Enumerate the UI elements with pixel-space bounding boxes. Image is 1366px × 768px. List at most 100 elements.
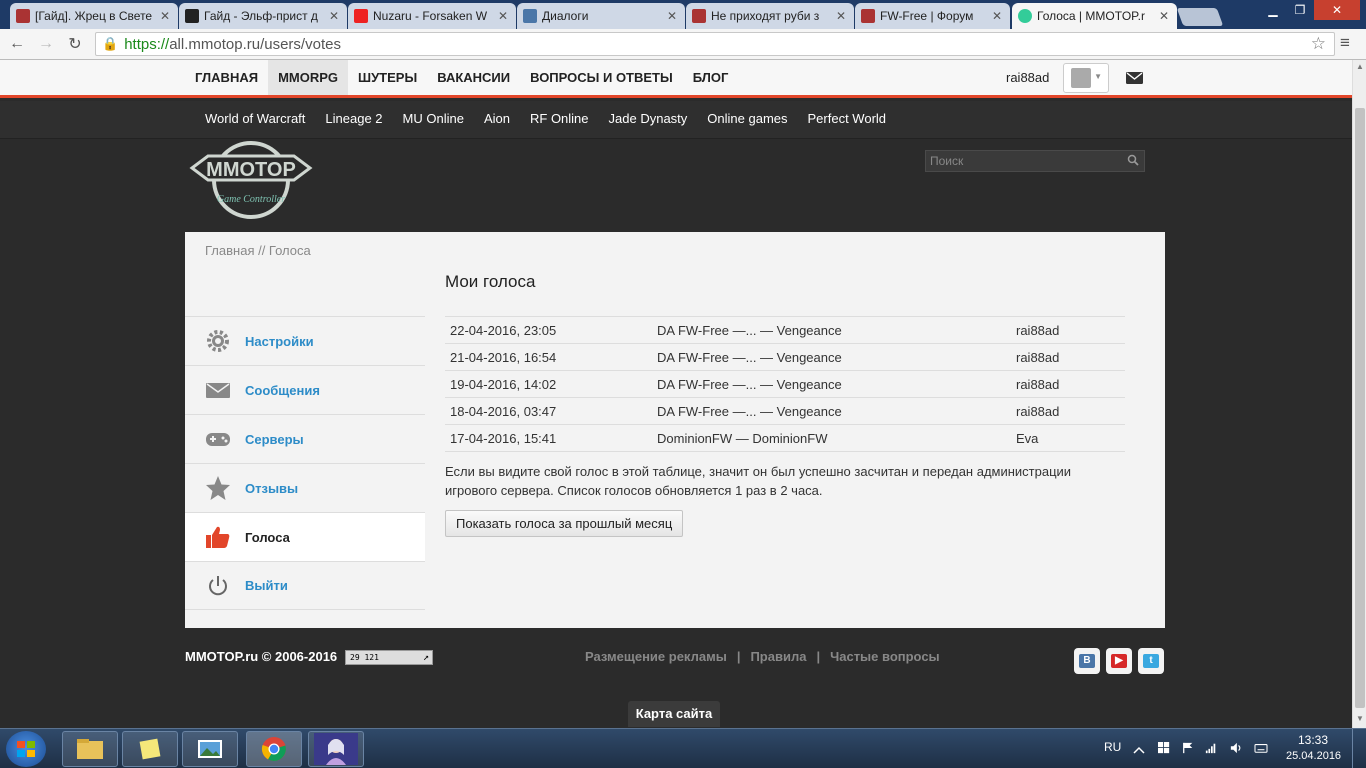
folder-icon (77, 739, 103, 759)
game-link-jade-dynasty[interactable]: Jade Dynasty (599, 101, 698, 139)
copyright: MMOTOP.ru © 2006-2016 (185, 649, 338, 664)
chevron-up-icon[interactable] (1132, 744, 1146, 756)
close-icon[interactable]: ✕ (496, 9, 510, 23)
vk-button[interactable]: B (1074, 648, 1100, 674)
votes-table: 22-04-2016, 23:05 DA FW-Free —... — Veng… (445, 316, 1125, 452)
vote-server: DA FW-Free —... — Vengeance (652, 316, 1011, 344)
separator: | (816, 649, 821, 664)
back-arrow-icon[interactable]: ← (6, 33, 28, 55)
browser-menu-icon[interactable]: ≡ (1340, 33, 1350, 53)
nav-qa[interactable]: ВОПРОСЫ И ОТВЕТЫ (520, 60, 683, 95)
game-link-aion[interactable]: Aion (474, 101, 520, 139)
visit-counter[interactable]: 29 121 ↗ (345, 650, 433, 665)
sidebar-item-settings[interactable]: Настройки (185, 316, 425, 365)
vote-user: rai88ad (1011, 343, 1125, 371)
language-indicator[interactable]: RU (1104, 740, 1121, 754)
table-row: 21-04-2016, 16:54 DA FW-Free —... — Veng… (445, 343, 1125, 371)
bookmark-star-icon[interactable]: ☆ (1311, 34, 1326, 54)
sidebar-item-servers[interactable]: Серверы (185, 414, 425, 463)
minimize-button[interactable]: ▁ (1260, 0, 1286, 20)
scroll-down-icon[interactable]: ▼ (1355, 714, 1365, 724)
reload-icon[interactable]: ↻ (64, 33, 86, 55)
sidebar-item-votes[interactable]: Голоса (185, 512, 425, 561)
username-link[interactable]: rai88ad (1006, 70, 1049, 85)
maximize-button[interactable]: ❐ (1287, 0, 1313, 20)
chrome-taskbar-button[interactable] (246, 731, 302, 767)
site-favicon-icon (16, 9, 30, 23)
game-taskbar-button[interactable] (308, 731, 364, 767)
game-link-online-games[interactable]: Online games (697, 101, 797, 139)
game-link-mu-online[interactable]: MU Online (393, 101, 474, 139)
browser-tab[interactable]: [Гайд]. Жрец в Свете ✕ (10, 3, 178, 29)
browser-tab[interactable]: Гайд - Эльф-прист д ✕ (179, 3, 347, 29)
scroll-thumb[interactable] (1355, 108, 1365, 708)
game-link-lineage2[interactable]: Lineage 2 (315, 101, 392, 139)
nav-vacancies[interactable]: ВАКАНСИИ (427, 60, 520, 95)
mmotop-logo[interactable]: MMOTOP Game Controller (188, 140, 314, 220)
nav-mmorpg[interactable]: MMORPG (268, 60, 349, 95)
envelope-icon[interactable] (1126, 72, 1143, 84)
notes-taskbar-button[interactable] (122, 731, 178, 767)
browser-tab[interactable]: Диалоги ✕ (517, 3, 685, 29)
game-link-wow[interactable]: World of Warcraft (195, 101, 315, 139)
footer-link-faq[interactable]: Частые вопросы (830, 649, 940, 664)
close-icon[interactable]: ✕ (990, 9, 1004, 23)
browser-tab[interactable]: Не приходят руби з ✕ (686, 3, 854, 29)
site-favicon-icon (861, 9, 875, 23)
browser-tab-active[interactable]: Голоса | MMOTOP.r ✕ (1012, 3, 1177, 29)
game-link-rf-online[interactable]: RF Online (520, 101, 599, 139)
sidebar-item-logout[interactable]: Выйти (185, 561, 425, 610)
site-top-nav: ГЛАВНАЯ MMORPG ШУТЕРЫ ВАКАНСИИ ВОПРОСЫ И… (0, 60, 1352, 98)
vote-date: 17-04-2016, 15:41 (445, 424, 652, 452)
sticky-notes-icon (139, 738, 161, 760)
twitter-button[interactable]: t (1138, 648, 1164, 674)
power-icon (209, 575, 227, 595)
page-scrollbar[interactable]: ▲ ▼ (1352, 60, 1366, 728)
clock-time[interactable]: 13:33 (1298, 733, 1328, 747)
close-icon[interactable]: ✕ (158, 9, 172, 23)
photo-viewer-taskbar-button[interactable] (182, 731, 238, 767)
sitemap-button[interactable]: Карта сайта (628, 701, 720, 727)
thumbs-up-icon (206, 526, 230, 548)
main-menu: ГЛАВНАЯ MMORPG ШУТЕРЫ ВАКАНСИИ ВОПРОСЫ И… (185, 60, 738, 95)
windows-flag-icon[interactable] (1157, 742, 1171, 754)
youtube-button[interactable]: ▶ (1106, 648, 1132, 674)
search-icon[interactable] (1127, 154, 1139, 166)
sidebar-item-messages[interactable]: Сообщения (185, 365, 425, 414)
forward-arrow-icon[interactable]: → (35, 33, 57, 55)
nav-home[interactable]: ГЛАВНАЯ (185, 60, 268, 95)
browser-tab[interactable]: Nuzaru - Forsaken W ✕ (348, 3, 516, 29)
vote-date: 19-04-2016, 14:02 (445, 370, 652, 398)
start-button[interactable] (6, 731, 46, 767)
windows-taskbar: RU 13:33 25.04.2016 (0, 728, 1366, 768)
vote-server: DominionFW — DominionFW (652, 424, 1011, 452)
volume-icon[interactable] (1229, 742, 1243, 754)
twitter-icon: t (1143, 654, 1159, 668)
close-icon[interactable]: ✕ (1157, 9, 1171, 23)
show-last-month-button[interactable]: Показать голоса за прошлый месяц (445, 510, 684, 537)
clock-date[interactable]: 25.04.2016 (1286, 750, 1341, 762)
close-icon[interactable]: ✕ (327, 9, 341, 23)
close-icon[interactable]: ✕ (834, 9, 848, 23)
avatar-dropdown[interactable]: ▼ (1063, 63, 1109, 93)
nav-blog[interactable]: БЛОГ (683, 60, 739, 95)
vote-user: rai88ad (1011, 370, 1125, 398)
url-input[interactable]: 🔒 https://all.mmotop.ru/users/votes ☆ (95, 32, 1335, 56)
new-tab-button[interactable] (1176, 8, 1224, 26)
game-link-perfect-world[interactable]: Perfect World (798, 101, 897, 139)
close-window-button[interactable]: ✕ (1314, 0, 1360, 20)
sidebar-item-reviews[interactable]: Отзывы (185, 463, 425, 512)
nav-shooters[interactable]: ШУТЕРЫ (348, 60, 427, 95)
network-signal-icon[interactable] (1204, 742, 1218, 754)
close-icon[interactable]: ✕ (665, 9, 679, 23)
scroll-up-icon[interactable]: ▲ (1355, 62, 1365, 72)
search-input[interactable]: Поиск (925, 150, 1145, 172)
browser-tab[interactable]: FW-Free | Форум ✕ (855, 3, 1010, 29)
footer-link-rules[interactable]: Правила (750, 649, 806, 664)
explorer-taskbar-button[interactable] (62, 731, 118, 767)
show-desktop-button[interactable] (1352, 729, 1366, 768)
keyboard-icon[interactable] (1254, 742, 1268, 754)
action-center-flag-icon[interactable] (1181, 742, 1195, 754)
footer-link-ads[interactable]: Размещение рекламы (585, 649, 727, 664)
breadcrumb[interactable]: Главная // Голоса (205, 243, 311, 258)
